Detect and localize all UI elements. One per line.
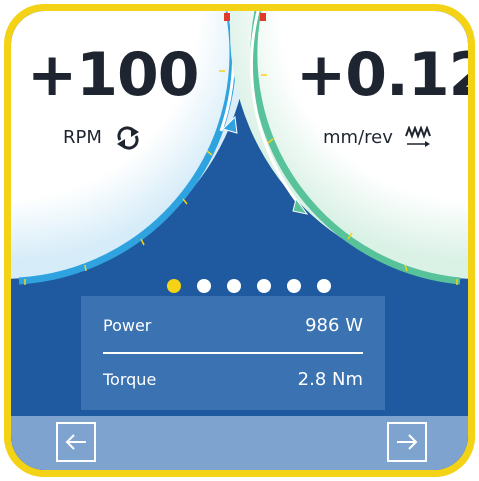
page-indicator <box>167 279 331 293</box>
power-row: Power 986 W <box>103 314 363 336</box>
bottom-nav <box>11 416 468 470</box>
page-dot-5[interactable] <box>287 279 301 293</box>
feed-unit-row: mm/rev <box>323 126 431 150</box>
torque-label: Torque <box>103 369 157 389</box>
page-dot-2[interactable] <box>197 279 211 293</box>
feed-rate-icon <box>404 126 431 147</box>
speed-value: +100 <box>27 40 200 110</box>
power-value: 986 W <box>305 314 363 336</box>
power-label: Power <box>103 315 152 335</box>
prev-button[interactable] <box>56 422 96 462</box>
page-dot-1[interactable] <box>167 279 181 293</box>
torque-row: Torque 2.8 Nm <box>103 368 363 390</box>
page-dot-4[interactable] <box>257 279 271 293</box>
stats-panel: Power 986 W Torque 2.8 Nm <box>81 296 385 410</box>
speed-readout[interactable]: +100 <box>27 40 200 110</box>
feed-unit: mm/rev <box>323 127 393 148</box>
speed-unit-row: RPM <box>63 126 142 150</box>
feed-max-marker <box>260 13 266 21</box>
speed-max-marker <box>224 13 230 21</box>
speed-unit: RPM <box>63 127 102 148</box>
feed-value: +0.12 <box>296 40 468 110</box>
arrow-left-icon <box>65 434 86 450</box>
arrow-right-icon <box>397 434 418 450</box>
stats-divider <box>103 352 363 354</box>
feed-readout[interactable]: +0.12 <box>296 45 468 105</box>
page-dot-3[interactable] <box>227 279 241 293</box>
rotation-icon <box>116 126 139 150</box>
page-dot-6[interactable] <box>317 279 331 293</box>
torque-value: 2.8 Nm <box>297 368 363 390</box>
screen: +100 RPM +0.12 mm/rev Power 98 <box>11 11 468 470</box>
next-button[interactable] <box>387 422 427 462</box>
